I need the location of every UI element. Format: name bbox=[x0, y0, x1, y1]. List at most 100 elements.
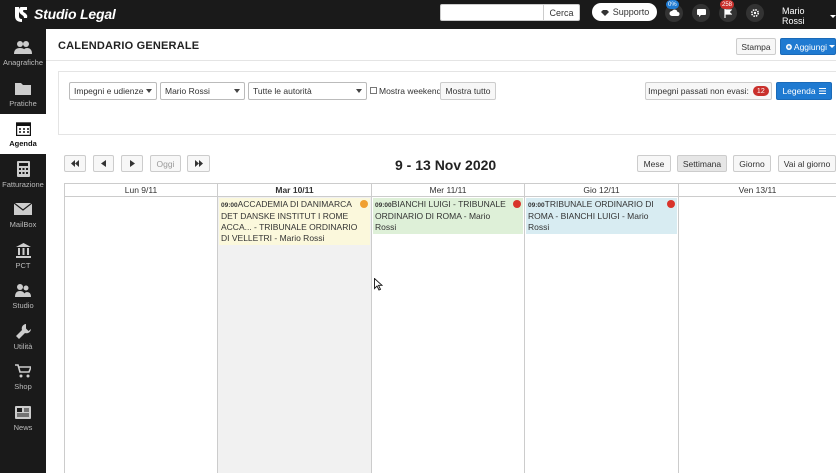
plus-circle-icon bbox=[786, 43, 792, 50]
day-header-fri: Ven 13/11 bbox=[679, 184, 836, 197]
user-menu[interactable]: Mario Rossi bbox=[782, 6, 836, 26]
overdue-count-badge: 12 bbox=[752, 86, 769, 96]
calendar-event[interactable]: 09:00BIANCHI LUIGI - TRIBUNALE ORDINARIO… bbox=[373, 198, 523, 234]
event-status-dot bbox=[360, 200, 368, 208]
chevron-down-icon bbox=[829, 45, 835, 48]
authority-select-value: Tutte le autorità bbox=[253, 86, 312, 96]
show-all-button[interactable]: Mostra tutto bbox=[440, 82, 496, 100]
calendar-range-title: 9 - 13 Nov 2020 bbox=[395, 157, 497, 173]
sidebar-item-studio[interactable]: Studio bbox=[0, 276, 46, 316]
next-week-button[interactable] bbox=[187, 155, 210, 172]
cloud-button[interactable]: 0% bbox=[665, 0, 683, 22]
list-icon bbox=[818, 88, 826, 94]
top-bar: Studio Legal Cerca Supporto 0% 258 Mario… bbox=[0, 0, 836, 29]
sidebar-item-label: Pratiche bbox=[9, 99, 37, 108]
chat-icon bbox=[696, 9, 706, 17]
chevron-down-icon bbox=[830, 14, 836, 18]
envelope-icon bbox=[14, 203, 32, 215]
day-header-thu: Gio 12/11 bbox=[525, 184, 679, 197]
event-time: 09:00 bbox=[221, 202, 238, 209]
week-calendar: Lun 9/11 Mar 10/11 Mer 11/11 Gio 12/11 V… bbox=[64, 183, 836, 473]
notifications-button[interactable]: 258 bbox=[719, 0, 737, 22]
page-title: CALENDARIO GENERALE bbox=[58, 40, 200, 52]
type-select[interactable]: Impegni e udienze bbox=[69, 82, 157, 100]
today-button[interactable]: Oggi bbox=[150, 155, 181, 172]
settings-button[interactable] bbox=[746, 4, 764, 22]
view-week-button[interactable]: Settimana bbox=[677, 155, 727, 172]
day-cell-wed[interactable]: 09:00BIANCHI LUIGI - TRIBUNALE ORDINARIO… bbox=[372, 197, 525, 473]
search-input[interactable] bbox=[440, 4, 544, 21]
sidebar-item-label: Anagrafiche bbox=[2, 58, 44, 67]
user-select-value: Mario Rossi bbox=[165, 86, 210, 96]
chevron-down-icon bbox=[234, 89, 240, 93]
event-status-dot bbox=[513, 200, 521, 208]
sidebar-item-pratiche[interactable]: Pratiche bbox=[0, 74, 46, 114]
sidebar-item-utilita[interactable]: Utilità bbox=[0, 317, 46, 357]
support-button[interactable]: Supporto bbox=[592, 3, 657, 21]
chevron-down-icon bbox=[146, 89, 152, 93]
newspaper-icon bbox=[15, 405, 31, 419]
day-cell-fri[interactable] bbox=[679, 197, 836, 473]
sidebar-item-anagrafiche[interactable]: Anagrafiche bbox=[0, 33, 46, 73]
flag-icon bbox=[724, 8, 732, 18]
double-chevron-right-icon bbox=[194, 160, 203, 167]
calendar-event[interactable]: 09:00ACCADEMIA DI DANIMARCA DET DANSKE I… bbox=[219, 198, 370, 245]
sidebar-item-mailbox[interactable]: MailBox bbox=[0, 195, 46, 235]
goto-day-button[interactable]: Vai al giorno bbox=[778, 155, 836, 172]
day-cell-thu[interactable]: 09:00TRIBUNALE ORDINARIO DI ROMA - BIANC… bbox=[525, 197, 679, 473]
sidebar-item-label: Studio bbox=[12, 301, 34, 310]
chevron-down-icon bbox=[356, 89, 362, 93]
weekend-label: Mostra weekend bbox=[379, 86, 442, 96]
cloud-badge: 0% bbox=[666, 0, 679, 9]
people-icon bbox=[15, 284, 31, 297]
sidebar-item-pct[interactable]: PCT bbox=[0, 236, 46, 276]
sidebar: Anagrafiche Pratiche Agenda Fatturazione… bbox=[0, 29, 46, 473]
support-icon bbox=[600, 10, 609, 16]
user-name: Mario Rossi bbox=[782, 6, 805, 26]
type-select-value: Impegni e udienze bbox=[74, 86, 144, 96]
event-text: TRIBUNALE ORDINARIO DI ROMA - BIANCHI LU… bbox=[528, 199, 654, 232]
sidebar-item-label: PCT bbox=[15, 261, 31, 270]
sidebar-item-shop[interactable]: Shop bbox=[0, 357, 46, 397]
day-header-mon: Lun 9/11 bbox=[65, 184, 218, 197]
view-day-button[interactable]: Giorno bbox=[733, 155, 771, 172]
overdue-button[interactable]: Impegni passati non evasi: 12 bbox=[645, 82, 772, 100]
next-button[interactable] bbox=[121, 155, 143, 172]
logo-mark-icon bbox=[15, 7, 28, 22]
day-header-wed: Mer 11/11 bbox=[372, 184, 525, 197]
sidebar-item-label: MailBox bbox=[9, 220, 37, 229]
chat-button[interactable] bbox=[692, 4, 710, 22]
prev-button[interactable] bbox=[93, 155, 114, 172]
sidebar-item-label: Utilità bbox=[13, 342, 33, 351]
day-cell-tue[interactable]: 09:00ACCADEMIA DI DANIMARCA DET DANSKE I… bbox=[218, 197, 372, 473]
chevron-left-icon bbox=[101, 160, 106, 167]
view-month-button[interactable]: Mese bbox=[637, 155, 671, 172]
calculator-icon bbox=[16, 161, 30, 177]
filter-panel: Impegni e udienze Mario Rossi Tutte le a… bbox=[58, 71, 836, 135]
overdue-label: Impegni passati non evasi: bbox=[648, 86, 749, 96]
sidebar-item-news[interactable]: News bbox=[0, 398, 46, 438]
calendar-event[interactable]: 09:00TRIBUNALE ORDINARIO DI ROMA - BIANC… bbox=[526, 198, 677, 234]
app-name: Studio Legal bbox=[34, 6, 116, 22]
add-label: Aggiungi bbox=[793, 41, 827, 52]
gear-icon bbox=[750, 8, 760, 18]
search-button[interactable]: Cerca bbox=[544, 4, 580, 21]
sidebar-item-agenda[interactable]: Agenda bbox=[0, 114, 46, 154]
day-header-tue: Mar 10/11 bbox=[218, 184, 372, 197]
event-time: 09:00 bbox=[528, 202, 545, 209]
print-button[interactable]: Stampa bbox=[736, 38, 776, 55]
sidebar-item-fatturazione[interactable]: Fatturazione bbox=[0, 155, 46, 195]
page-header: CALENDARIO GENERALE Stampa Aggiungi bbox=[46, 29, 836, 61]
add-button[interactable]: Aggiungi bbox=[780, 38, 836, 55]
event-text: ACCADEMIA DI DANIMARCA DET DANSKE INSTIT… bbox=[221, 199, 358, 243]
prev-week-button[interactable] bbox=[64, 155, 86, 172]
bank-icon bbox=[15, 242, 31, 258]
event-status-dot bbox=[667, 200, 675, 208]
app-logo[interactable]: Studio Legal bbox=[13, 5, 116, 23]
weekend-checkbox[interactable] bbox=[370, 87, 377, 94]
sidebar-item-label: News bbox=[13, 423, 33, 432]
day-cell-mon[interactable] bbox=[65, 197, 218, 473]
legend-button[interactable]: Legenda bbox=[776, 82, 832, 100]
authority-select[interactable]: Tutte le autorità bbox=[248, 82, 367, 100]
user-select[interactable]: Mario Rossi bbox=[160, 82, 245, 100]
